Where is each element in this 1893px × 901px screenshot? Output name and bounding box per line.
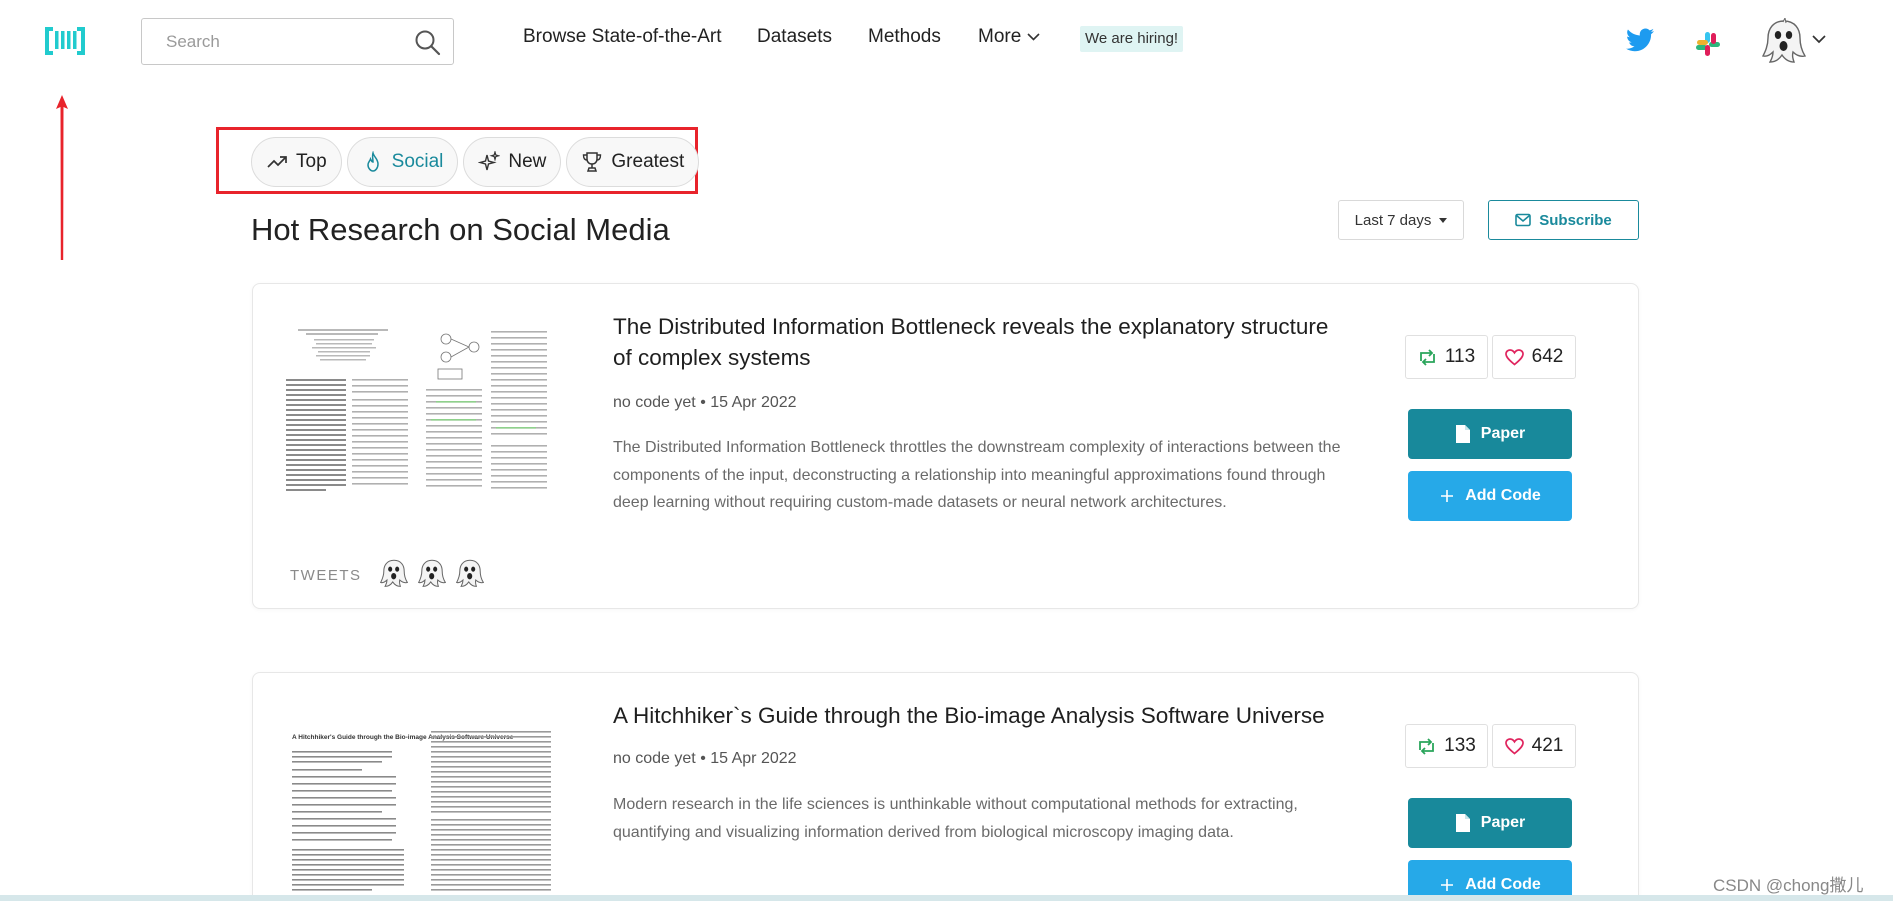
tab-top-label: Top	[296, 151, 327, 172]
time-range-dropdown[interactable]: Last 7 days	[1338, 200, 1464, 240]
time-range-label: Last 7 days	[1354, 211, 1432, 229]
nav-datasets[interactable]: Datasets	[757, 26, 832, 48]
meta-separator: •	[700, 750, 711, 767]
tab-greatest-label: Greatest	[611, 151, 685, 172]
paperswithcode-logo-icon[interactable]	[45, 25, 85, 57]
trending-up-icon	[267, 156, 287, 168]
like-count: 421	[1531, 735, 1564, 756]
tweet-author-avatar-ghost-icon[interactable]	[418, 558, 446, 588]
page-title: Hot Research on Social Media	[251, 212, 670, 247]
envelope-icon	[1515, 213, 1532, 227]
chevron-down-icon	[1027, 33, 1040, 41]
document-icon	[1455, 425, 1470, 443]
feed-filter-tabs: Top Social New Greatest	[251, 137, 700, 187]
nav-browse-sota[interactable]: Browse State-of-the-Art	[523, 26, 722, 48]
add-code-button[interactable]: Add Code	[1408, 471, 1572, 521]
tweet-author-avatar-ghost-icon[interactable]	[380, 558, 408, 588]
paper-button-label: Paper	[1480, 425, 1526, 442]
heart-icon	[1504, 348, 1524, 366]
document-icon	[1455, 814, 1470, 832]
paper-title-link[interactable]: A Hitchhiker`s Guide through the Bio-ima…	[613, 700, 1353, 731]
retweet-count: 113	[1444, 346, 1476, 367]
flame-icon	[366, 151, 379, 172]
retweet-count-badge[interactable]: 113	[1405, 335, 1488, 379]
tweets-label: TWEETS	[290, 567, 362, 584]
add-code-label: Add Code	[1465, 487, 1541, 504]
annotation-arrow-icon	[56, 95, 68, 260]
tweet-avatars	[380, 558, 484, 588]
sparkles-icon	[478, 151, 501, 171]
like-count-badge[interactable]: 642	[1492, 335, 1576, 379]
paper-button[interactable]: Paper	[1408, 409, 1572, 459]
watermark-text: CSDN @chong撒儿	[1713, 876, 1864, 895]
search-input[interactable]	[142, 19, 402, 64]
code-status: no code yet	[613, 394, 696, 411]
plus-icon	[1441, 490, 1454, 502]
search-icon[interactable]	[414, 29, 441, 56]
add-code-label: Add Code	[1465, 876, 1541, 893]
user-avatar-ghost-icon[interactable]	[1762, 18, 1806, 64]
tab-greatest[interactable]: Greatest	[566, 137, 700, 187]
slack-icon[interactable]	[1694, 30, 1722, 58]
twitter-icon[interactable]	[1626, 27, 1654, 53]
paper-title-link[interactable]: The Distributed Information Bottleneck r…	[613, 311, 1353, 373]
trophy-icon	[583, 152, 602, 172]
heart-icon	[1504, 737, 1524, 755]
tab-new-label: New	[508, 151, 547, 172]
nav-more-label: More	[978, 26, 1022, 47]
paper-thumbnail[interactable]	[286, 329, 556, 494]
paper-date: 15 Apr 2022	[710, 394, 797, 411]
plus-icon	[1441, 879, 1454, 891]
subscribe-button[interactable]: Subscribe	[1488, 200, 1639, 240]
nav-more-dropdown[interactable]: More	[978, 26, 1040, 48]
tweet-author-avatar-ghost-icon[interactable]	[456, 558, 484, 588]
like-count-badge[interactable]: 421	[1492, 724, 1576, 768]
top-navbar: Browse State-of-the-Art Datasets Methods…	[0, 0, 1893, 82]
paper-card: A Hitchhiker's Guide through the Bio-ima…	[252, 672, 1639, 901]
paper-meta: no code yet • 15 Apr 2022	[613, 750, 797, 768]
account-chevron-down-icon[interactable]	[1812, 34, 1826, 44]
code-status: no code yet	[613, 750, 696, 767]
hiring-badge[interactable]: We are hiring!	[1080, 26, 1184, 52]
tab-new[interactable]: New	[463, 137, 562, 187]
retweet-icon	[1419, 348, 1435, 366]
retweet-count-badge[interactable]: 133	[1405, 724, 1488, 768]
nav-methods[interactable]: Methods	[868, 26, 941, 48]
caret-down-icon	[1439, 217, 1448, 223]
horizontal-scrollbar[interactable]	[0, 895, 1893, 901]
meta-separator: •	[700, 394, 711, 411]
paper-date: 15 Apr 2022	[710, 750, 797, 767]
paper-abstract: The Distributed Information Bottleneck t…	[613, 439, 1341, 511]
paper-abstract: Modern research in the life sciences is …	[613, 796, 1298, 841]
retweet-count: 133	[1444, 735, 1476, 756]
tab-social-label: Social	[391, 151, 444, 172]
paper-meta: no code yet • 15 Apr 2022	[613, 394, 797, 412]
subscribe-label: Subscribe	[1539, 211, 1612, 229]
paper-button[interactable]: Paper	[1408, 798, 1572, 848]
paper-button-label: Paper	[1480, 814, 1526, 831]
tab-top[interactable]: Top	[251, 137, 342, 187]
like-count: 642	[1531, 346, 1564, 367]
retweet-icon	[1419, 737, 1435, 755]
paper-card: The Distributed Information Bottleneck r…	[252, 283, 1639, 609]
paper-thumbnail[interactable]: A Hitchhiker's Guide through the Bio-ima…	[286, 731, 556, 896]
tab-social[interactable]: Social	[346, 137, 459, 187]
search-box	[141, 18, 454, 65]
